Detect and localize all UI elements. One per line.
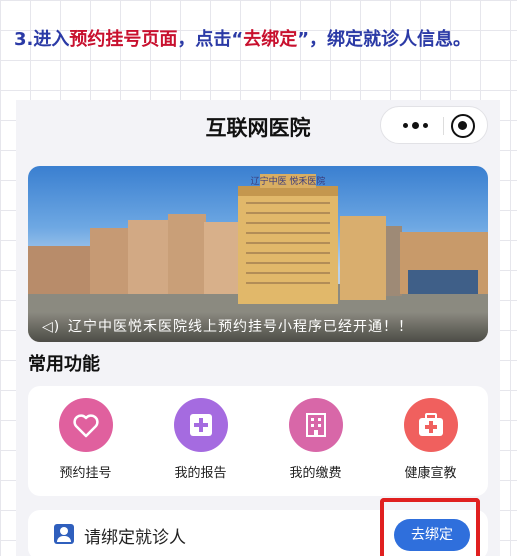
close-target-icon[interactable] bbox=[451, 114, 475, 138]
instruction-highlight-bind: 去绑定 bbox=[243, 29, 298, 50]
heart-icon bbox=[58, 398, 113, 452]
instruction-highlight-page: 预约挂号页面 bbox=[69, 29, 178, 50]
func-health-education-label: 健康宣教 bbox=[404, 466, 457, 481]
func-payments[interactable]: 我的缴费 bbox=[258, 398, 373, 481]
section-title-common-functions: 常用功能 bbox=[28, 354, 100, 375]
speaker-icon: ◁) bbox=[42, 319, 61, 335]
hospital-banner[interactable]: 辽宁中医 悦禾医院 ◁) 辽宁中医悦禾医院线上预约挂号小程序已经开通！！ bbox=[28, 166, 488, 342]
medical-plus-icon bbox=[173, 398, 228, 452]
instruction-text: 3.进入预约挂号页面，点击“去绑定”，绑定就诊人信息。 bbox=[14, 26, 504, 54]
banner-caption: ◁) 辽宁中医悦禾医院线上预约挂号小程序已经开通！！ bbox=[28, 312, 488, 342]
phone-screen: 互联网医院 辽宁中医 悦禾医院 ◁) 辽宁中医悦禾医院线上预约挂号小程序已经开通… bbox=[16, 100, 500, 556]
building-sign: 辽宁中医 悦禾医院 bbox=[251, 175, 326, 187]
capsule-divider bbox=[443, 117, 444, 135]
instruction-middle: ，点击“ bbox=[177, 29, 244, 50]
red-highlight-box bbox=[380, 498, 480, 556]
function-grid: 预约挂号 我的报告 我的缴费 健康宣教 bbox=[28, 386, 488, 496]
func-payments-label: 我的缴费 bbox=[289, 466, 342, 481]
func-health-education[interactable]: 健康宣教 bbox=[373, 398, 488, 481]
more-options-icon[interactable] bbox=[395, 107, 435, 143]
banner-caption-text: 辽宁中医悦禾医院线上预约挂号小程序已经开通！！ bbox=[68, 319, 413, 335]
instruction-suffix: ”，绑定就诊人信息。 bbox=[297, 29, 472, 50]
func-reports[interactable]: 我的报告 bbox=[143, 398, 258, 481]
navbar: 互联网医院 bbox=[16, 100, 500, 152]
miniprogram-capsule bbox=[380, 106, 488, 144]
medical-kit-icon bbox=[403, 398, 458, 452]
func-appointment-label: 预约挂号 bbox=[59, 466, 112, 481]
bind-patient-text: 请绑定就诊人 bbox=[84, 528, 186, 548]
func-appointment[interactable]: 预约挂号 bbox=[28, 398, 143, 481]
func-reports-label: 我的报告 bbox=[174, 466, 227, 481]
building-icon bbox=[288, 398, 343, 452]
instruction-prefix: 3.进入 bbox=[14, 29, 70, 50]
patient-id-icon bbox=[54, 524, 74, 544]
